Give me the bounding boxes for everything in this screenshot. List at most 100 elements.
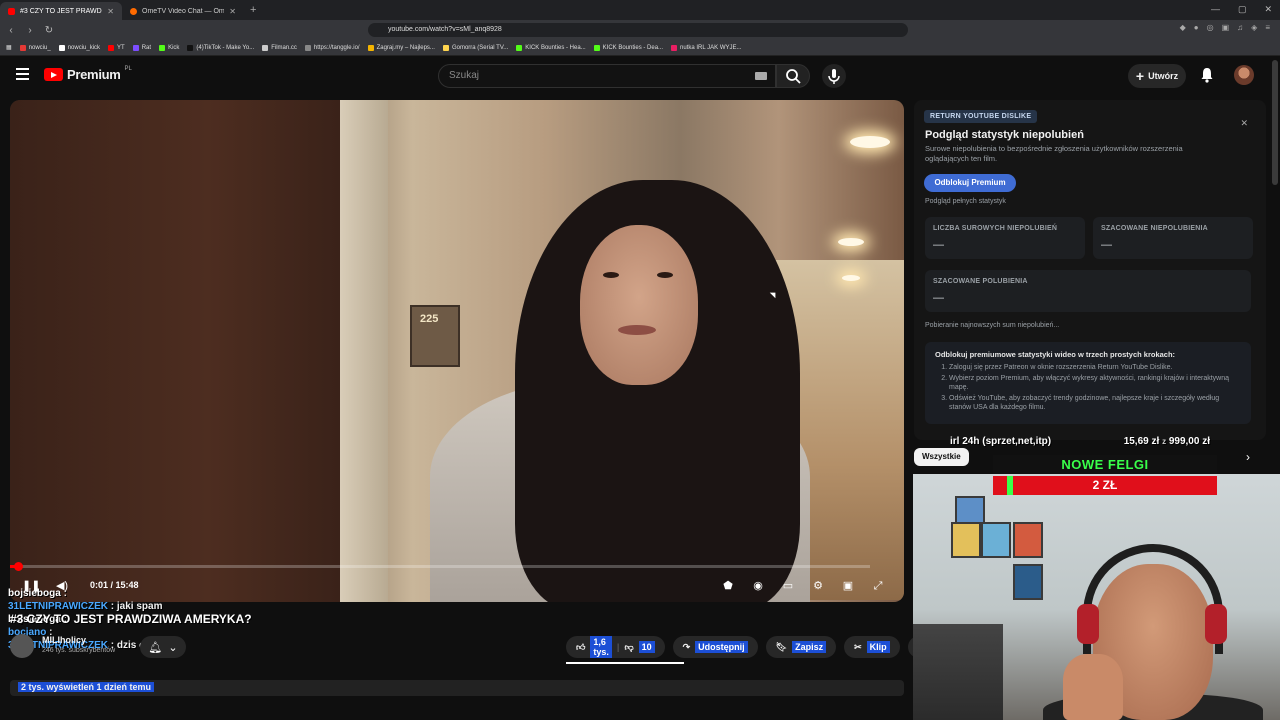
logo-region: PL [124,65,132,72]
save-label: Zapisz [792,641,827,653]
voice-search-button[interactable] [822,64,846,88]
bookmark-item[interactable]: (4)TikTok - Make Yo... [187,44,254,51]
extension-icon[interactable]: ● [1194,23,1199,32]
headphone-cup [1205,604,1227,644]
logo-text: Premium [67,67,121,82]
bell-icon: 🔔︎ [148,641,163,654]
bookmark-item[interactable]: Gomorra (Serial TV... [442,44,509,51]
extension-icon[interactable]: ▣ [1222,23,1230,32]
video-player[interactable]: 225 [10,100,904,602]
bookmark-favicon-icon [159,44,166,51]
tab-ometv[interactable]: OmeTV Video Chat — Omegle R... ✕ [122,2,244,20]
donation-separator: z [1162,437,1167,446]
share-button[interactable]: ↷ Udostępnij [672,636,758,658]
window-controls: — ▢ ✕ [1211,4,1272,15]
miniplayer-icon[interactable]: ▣ [840,578,856,594]
shield-icon[interactable]: ◈ [1251,23,1257,32]
notifications-bell-icon[interactable] [1198,66,1216,84]
unlock-premium-button[interactable]: Odblokuj Premium [924,174,1016,192]
fullscreen-icon[interactable]: ⤢ [870,578,886,594]
bookmark-item[interactable]: nowciu_ [19,44,51,51]
user-avatar[interactable] [1234,65,1254,85]
donation-amount: 15,69 zł [1123,436,1160,447]
streamer-hand [1063,654,1123,720]
full-stats-link[interactable]: Podgląd pełnych statystyk [925,198,1006,205]
step-item: Zaloguj się przez Patreon w oknie rozsze… [949,363,1241,372]
youtube-premium-logo[interactable]: Premium PL [44,65,132,82]
bookmark-item[interactable]: YT [108,44,125,51]
chip-all[interactable]: Wszystkie [914,448,969,466]
extension-icon[interactable]: ◎ [1207,23,1214,32]
subscription-bell-button[interactable]: 🔔︎ ⌄ [140,636,186,658]
maximize-icon[interactable]: ▢ [1238,4,1247,15]
page-scrollbar[interactable] [1272,60,1278,185]
menu-icon[interactable]: ≡ [1265,23,1270,32]
thumbs-down-icon[interactable]: 👎︎ [624,642,633,653]
channel-name[interactable]: MILIholicy [42,635,86,645]
back-icon[interactable]: ‹ [3,25,19,36]
url-field[interactable]: youtube.com/watch?v=sMl_anq8928 [368,23,908,37]
bookmark-item[interactable]: https://tanggle.io/ [304,44,360,51]
tab-title: #3 CZY TO JEST PRAWDZIWA... [20,7,102,15]
stat-value: — [1101,239,1112,251]
bookmark-item[interactable]: KICK Bounties - Dea... [593,44,663,51]
reload-icon[interactable]: ↻ [41,25,57,36]
search-input[interactable]: Szukaj [438,64,776,88]
bookmark-item[interactable]: Filman.cc [262,44,297,51]
video-actions: 👍︎ 1,6 tys. | 👎︎ 10 ↷ Udostępnij 🔖︎ Zapi… [566,636,938,658]
tab-youtube-video[interactable]: #3 CZY TO JEST PRAWDZIWA... ✕ [0,2,122,20]
alert-title: NOWE FELGI [993,455,1217,474]
ryd-description: Surowe niepolubienia to bezpośrednie zgł… [925,144,1183,163]
wall-poster [951,522,981,558]
bookmark-item[interactable]: Rat [132,44,151,51]
music-icon[interactable]: ♫ [1237,23,1243,32]
stat-value: — [933,292,944,304]
apps-icon[interactable]: ▦ [6,44,12,51]
keyboard-icon[interactable] [755,72,767,80]
clip-button[interactable]: ✂ Klip [844,636,900,658]
forward-icon[interactable]: › [22,25,38,36]
save-button[interactable]: 🔖︎ Zapisz [765,636,837,658]
tab-title: OmeTV Video Chat — Omegle R... [142,7,225,15]
video-frame-person-face [580,225,698,385]
close-tab-icon[interactable]: ✕ [107,7,114,16]
bookmark-label: Gomorra (Serial TV... [451,44,509,51]
chevron-right-icon[interactable]: › [1246,450,1250,464]
bookmark-item[interactable]: Kick [159,44,179,51]
close-tab-icon[interactable]: ✕ [229,7,236,16]
bookmark-item[interactable]: KICK Bounties - Hea... [516,44,586,51]
chevron-down-icon: ⌄ [168,641,178,654]
player-right-controls: ⬟ ◉ ▭ ⚙ ▣ ⤢ [720,578,886,594]
headphones [1083,544,1223,654]
subtitles-icon[interactable]: ▭ [780,578,796,594]
channel-avatar[interactable] [10,634,34,658]
settings-gear-icon[interactable]: ⚙ [810,578,826,594]
minimize-icon[interactable]: — [1211,4,1220,15]
bookmark-item[interactable]: nutka IRL JAK WYJE... [671,44,742,51]
video-description-box[interactable]: 2 tys. wyświetleń 1 dzień temu [10,680,904,696]
search-placeholder: Szukaj [449,70,480,81]
donation-goal-overlay: irl 24h (sprzet,net,itp) 15,69 zł z 999,… [950,436,1230,450]
like-dislike-button[interactable]: 👍︎ 1,6 tys. | 👎︎ 10 [566,636,665,658]
bookmark-item[interactable]: nowciu_kick [58,44,100,51]
thumbs-up-icon[interactable]: 👍︎ [576,642,585,653]
video-progress-bar[interactable] [10,562,870,571]
headphone-cup [1077,604,1099,644]
sponsorblock-icon[interactable]: ⬟ [720,578,736,594]
close-icon[interactable]: ✕ [1240,118,1248,129]
close-window-icon[interactable]: ✕ [1264,4,1272,15]
autoplay-toggle-icon[interactable]: ◉ [750,578,766,594]
bookmark-item[interactable]: Zagraj.my – Najleps... [367,44,435,51]
progress-scrubber[interactable] [14,562,23,571]
share-icon: ↷ [682,641,691,652]
create-button[interactable]: + Utwórz [1128,64,1186,88]
bookmark-favicon-icon [58,44,65,51]
donation-goal-label: irl 24h (sprzet,net,itp) [950,436,1052,447]
bookmark-label: KICK Bounties - Hea... [525,44,586,51]
search-button[interactable] [776,64,810,88]
hamburger-menu-icon[interactable] [16,68,29,83]
new-tab-icon[interactable]: + [250,4,256,16]
extension-icon[interactable]: ◆ [1180,23,1186,32]
bookmarks-bar: ▦ nowciu_ nowciu_kick YT Rat Kick (4)TikTok -… [0,40,1280,56]
bookmark-label: Zagraj.my – Najleps... [376,44,435,51]
